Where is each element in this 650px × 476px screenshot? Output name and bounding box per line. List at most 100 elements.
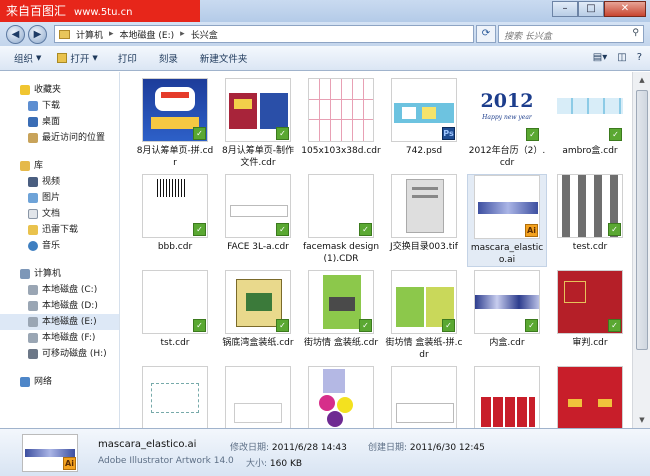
refresh-button[interactable]: ⟳ [476,25,496,43]
file-item[interactable]: ✓ FACE 3L-a.cdr [218,174,298,253]
cdr-badge: ✓ [276,319,289,332]
nav-network[interactable]: 网络 [0,374,119,390]
file-item[interactable] [135,366,215,428]
cdr-badge: ✓ [442,319,455,332]
address-bar-row: ◀ ▶ 计算机 ▸ 本地磁盘 (E:) ▸ 长兴盒 ⟳ 搜索 长兴盒 ⚲ [0,22,650,46]
file-item[interactable]: 2012 Happy new year ✓ 2012年台历（2）.cdr [467,78,547,169]
nav-item-drive-d[interactable]: 本地磁盘 (D:) [0,298,119,314]
file-thumbnail: ✓ [557,78,623,142]
cdr-badge: ✓ [609,128,622,141]
burn-button[interactable]: 刻录 [159,51,178,65]
cdr-badge: ✓ [359,319,372,332]
minimize-button[interactable]: – [552,1,578,17]
file-item[interactable] [218,366,298,428]
file-item[interactable] [384,366,464,428]
file-item[interactable]: ✓ facemask design(1).CDR [301,174,381,265]
file-item[interactable] [301,366,381,428]
video-icon [28,177,38,187]
nav-item-desktop[interactable]: 桌面 [0,114,119,130]
photoshop-badge: Ps [442,127,455,140]
star-icon [20,85,30,95]
nav-item-downloads[interactable]: 下载 [0,98,119,114]
nav-item-videos[interactable]: 视频 [0,174,119,190]
cdr-badge: ✓ [608,223,621,236]
calendar-year-text: 2012 [480,90,534,112]
breadcrumb-drive-e[interactable]: 本地磁盘 (E:) [120,28,175,41]
cdr-badge: ✓ [608,319,621,332]
documents-icon [28,209,38,219]
nav-item-drive-f[interactable]: 本地磁盘 (F:) [0,330,119,346]
new-folder-button[interactable]: 新建文件夹 [200,51,248,65]
file-item[interactable]: 105x103x38d.cdr [301,78,381,157]
print-button[interactable]: 打印 [118,51,137,65]
vertical-scrollbar[interactable]: ▲ ▼ [632,72,650,428]
preview-pane-icon[interactable]: ◫ [617,52,626,63]
file-name: tst.cdr [160,338,190,348]
computer-icon [20,269,30,279]
forward-button[interactable]: ▶ [28,25,47,44]
file-name: ambro盒.cdr [562,146,618,156]
nav-item-drive-c[interactable]: 本地磁盘 (C:) [0,282,119,298]
folder-icon [28,225,38,235]
breadcrumb-folder[interactable]: 长兴盒 [191,28,218,41]
nav-item-thunder-downloads[interactable]: 迅雷下载 [0,222,119,238]
file-thumbnail [391,366,457,428]
nav-item-pictures[interactable]: 图片 [0,190,119,206]
file-name: test.cdr [572,242,608,252]
nav-item-documents[interactable]: 文档 [0,206,119,222]
illustrator-badge: Ai [63,457,76,470]
file-item[interactable]: ✓ 审判.cdr [550,270,630,349]
file-item[interactable]: ✓ 内盒.cdr [467,270,547,349]
file-thumbnail [557,366,623,428]
drive-icon [28,317,38,327]
nav-favorites[interactable]: 收藏夹 [0,82,119,98]
file-item[interactable]: ✓ 街坊情 盒装纸.cdr [301,270,381,349]
cdr-badge: ✓ [359,223,372,236]
file-item[interactable] [550,366,630,428]
cdr-badge: ✓ [276,127,289,140]
file-thumbnail: ✓ [142,78,208,142]
file-thumbnail: Ai [474,175,540,239]
file-item[interactable] [467,366,547,428]
drive-icon [28,333,38,343]
maximize-button[interactable]: □ [578,1,604,17]
nav-library[interactable]: 库 [0,158,119,174]
view-options-icon[interactable]: ▤▾ [593,52,607,63]
back-button[interactable]: ◀ [6,25,25,44]
nav-computer[interactable]: 计算机 [0,266,119,282]
file-thumbnail [391,174,457,238]
file-item[interactable]: ✓ ambro盒.cdr [550,78,630,157]
organize-button[interactable]: 组织 ▼ [14,51,41,65]
file-list: ✓ 8月认筹单页-拼.cdr ✓ 8月认筹单页-制作文件.cdr 105x103… [121,72,631,428]
file-thumbnail [142,366,208,428]
watermark: 来自百图汇 www.5tu.cn [0,0,200,22]
file-item[interactable]: ✓ 8月认筹单页-制作文件.cdr [218,78,298,169]
file-item[interactable]: ✓ 锅底湾盒装纸.cdr [218,270,298,349]
file-item[interactable]: ✓ 街坊情 盒装纸-拼.cdr [384,270,464,361]
close-button[interactable]: ✕ [604,1,646,17]
address-bar[interactable]: 计算机 ▸ 本地磁盘 (E:) ▸ 长兴盒 [54,25,474,43]
nav-item-music[interactable]: 音乐 [0,238,119,254]
scroll-down-icon[interactable]: ▼ [633,416,650,424]
file-item[interactable]: ✓ 8月认筹单页-拼.cdr [135,78,215,169]
file-thumbnail: ✓ [391,270,457,334]
search-input[interactable]: 搜索 长兴盒 ⚲ [498,25,644,43]
file-item-selected[interactable]: Ai mascara_elastico.ai [467,174,547,267]
nav-item-drive-e[interactable]: 本地磁盘 (E:) [0,314,119,330]
help-icon[interactable]: ? [637,52,642,63]
file-thumbnail: ✓ [308,174,374,238]
file-item[interactable]: ✓ bbb.cdr [135,174,215,253]
file-item[interactable]: ✓ tst.cdr [135,270,215,349]
breadcrumb-computer[interactable]: 计算机 [76,28,103,41]
nav-item-recent[interactable]: 最近访问的位置 [0,130,119,146]
scrollbar-thumb[interactable] [636,90,648,350]
cdr-badge: ✓ [193,127,206,140]
file-item[interactable]: Ps 742.psd [384,78,464,157]
file-item[interactable]: ✓ test.cdr [550,174,630,253]
file-thumbnail: ✓ [557,270,623,334]
open-button[interactable]: 打开 ▼ [57,51,98,65]
file-thumbnail: ✓ [225,174,291,238]
file-item[interactable]: J交换目录003.tif [384,174,464,253]
scroll-up-icon[interactable]: ▲ [633,76,650,84]
nav-item-removable-h[interactable]: 可移动磁盘 (H:) [0,346,119,362]
